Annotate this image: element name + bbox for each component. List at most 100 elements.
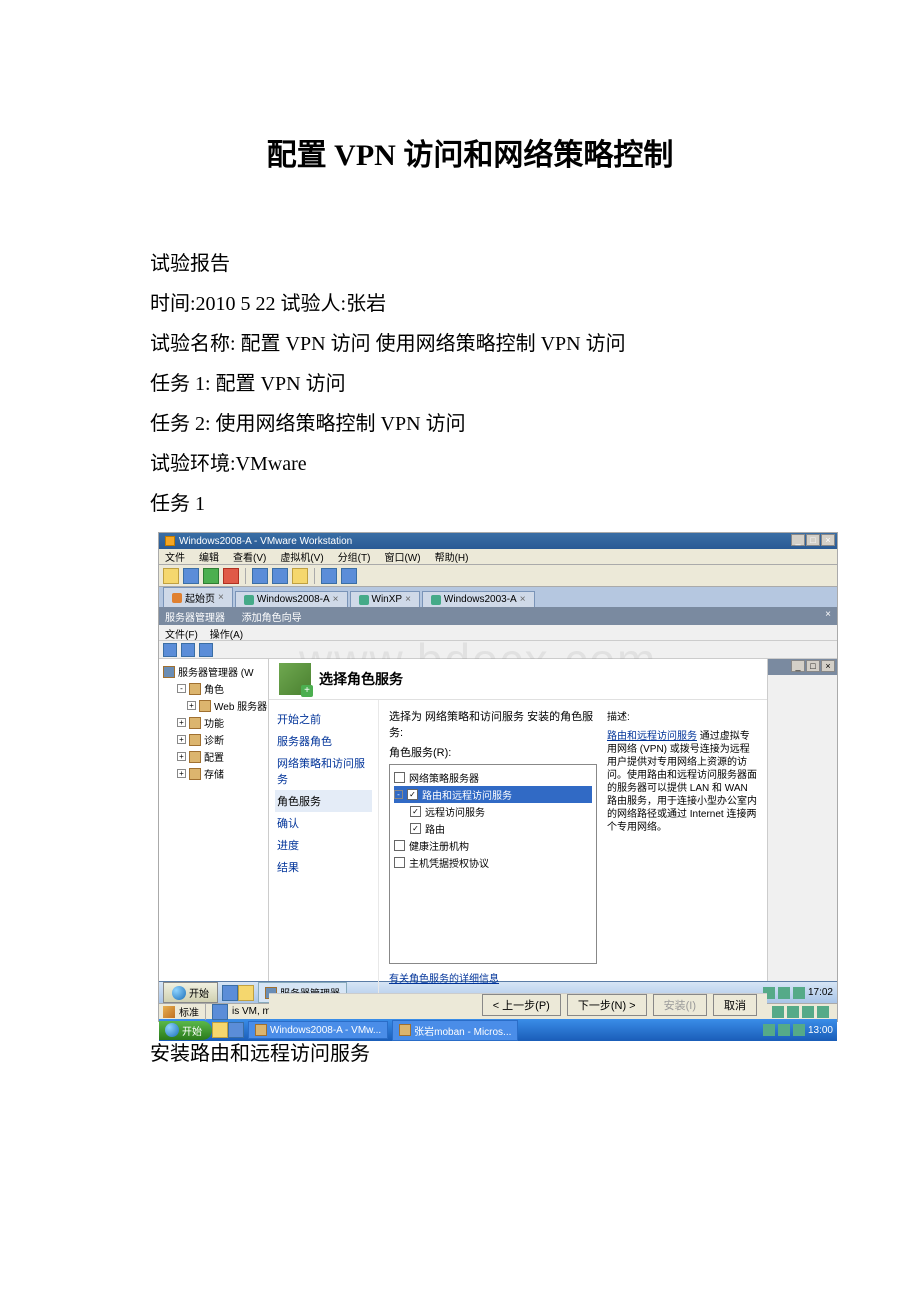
power-on-icon[interactable] xyxy=(203,568,219,584)
wizard-close-button[interactable]: × xyxy=(825,609,831,623)
step-confirm[interactable]: 确认 xyxy=(275,812,372,834)
step-before[interactable]: 开始之前 xyxy=(275,708,372,730)
wizard-header: 选择角色服务 xyxy=(269,659,767,700)
guest-start-label: 开始 xyxy=(189,985,209,1000)
tray-icon[interactable] xyxy=(778,1024,790,1036)
wizard-title-label: 添加角色向导 xyxy=(242,613,302,624)
revert-icon[interactable] xyxy=(272,568,288,584)
tray-icon[interactable] xyxy=(763,1024,775,1036)
collapse-icon[interactable]: - xyxy=(177,684,186,693)
tray-icon[interactable] xyxy=(793,1024,805,1036)
menu-group[interactable]: 分组(T) xyxy=(338,549,371,564)
role-routing[interactable]: ✓路由 xyxy=(394,820,592,837)
role-services-info-link[interactable]: 有关角色服务的详细信息 xyxy=(389,970,597,985)
close-button[interactable]: × xyxy=(821,660,835,672)
role-hcap[interactable]: 主机凭据授权协议 xyxy=(394,854,592,871)
menu-file[interactable]: 文件 xyxy=(165,549,185,564)
tree-config[interactable]: + 配置 xyxy=(163,748,264,765)
device-icon[interactable] xyxy=(787,1006,799,1018)
menu-vm[interactable]: 虚拟机(V) xyxy=(280,549,323,564)
refresh-icon[interactable] xyxy=(199,643,213,657)
description-link[interactable]: 路由和远程访问服务 xyxy=(607,731,697,742)
srv-menu-action[interactable]: 操作(A) xyxy=(210,626,243,639)
tree-web[interactable]: +Web 服务器 xyxy=(163,697,264,714)
tray-icon[interactable] xyxy=(778,987,790,999)
tree-root[interactable]: 服务器管理器 (W xyxy=(163,663,264,680)
tab-close-icon[interactable]: × xyxy=(333,594,339,605)
tree-features[interactable]: +功能 xyxy=(163,714,264,731)
host-task-word[interactable]: 张岩moban - Micros... xyxy=(392,1020,518,1041)
manage-icon[interactable] xyxy=(292,568,308,584)
checkbox-icon[interactable]: ✓ xyxy=(410,823,421,834)
expand-icon[interactable]: + xyxy=(177,752,186,761)
menu-window[interactable]: 窗口(W) xyxy=(384,549,420,564)
role-rras[interactable]: -✓路由和远程访问服务 xyxy=(394,786,592,803)
step-result[interactable]: 结果 xyxy=(275,856,372,878)
toolbar-separator xyxy=(245,568,246,584)
tree-diag[interactable]: +诊断 xyxy=(163,731,264,748)
tree-storage[interactable]: +存储 xyxy=(163,765,264,782)
checkbox-icon[interactable] xyxy=(394,857,405,868)
tab-close-icon[interactable]: × xyxy=(520,594,526,605)
menu-edit[interactable]: 编辑 xyxy=(199,549,219,564)
grab-input-icon[interactable] xyxy=(212,1004,228,1020)
host-start-button[interactable]: 开始 xyxy=(159,1021,212,1040)
maximize-button[interactable]: □ xyxy=(806,660,820,672)
expand-icon[interactable]: + xyxy=(177,718,186,727)
device-icon[interactable] xyxy=(802,1006,814,1018)
step-progress[interactable]: 进度 xyxy=(275,834,372,856)
step-role-services[interactable]: 角色服务 xyxy=(275,790,372,812)
tab-win2003[interactable]: Windows2003-A × xyxy=(422,591,535,607)
step-network-policy[interactable]: 网络策略和访问服务 xyxy=(275,752,372,790)
unity-icon[interactable] xyxy=(341,568,357,584)
start-orb-icon xyxy=(165,1023,179,1037)
back-icon[interactable] xyxy=(163,643,177,657)
checkbox-icon[interactable]: ✓ xyxy=(407,789,418,800)
checkbox-icon[interactable] xyxy=(394,772,405,783)
minimize-button[interactable]: _ xyxy=(791,660,805,672)
forward-icon[interactable] xyxy=(181,643,195,657)
maximize-button[interactable]: □ xyxy=(806,534,820,546)
quick-launch-icon[interactable] xyxy=(222,985,238,1001)
fullscreen-icon[interactable] xyxy=(321,568,337,584)
server-manager-title[interactable]: 服务器管理器 添加角色向导 × xyxy=(159,607,837,625)
checkbox-icon[interactable]: ✓ xyxy=(410,806,421,817)
tab-home[interactable]: 起始页 × xyxy=(163,587,233,607)
device-icon[interactable] xyxy=(817,1006,829,1018)
collapse-icon[interactable]: - xyxy=(394,790,403,799)
quick-launch-icon[interactable] xyxy=(212,1022,228,1038)
snapshot-icon[interactable] xyxy=(252,568,268,584)
role-ras[interactable]: ✓远程访问服务 xyxy=(394,803,592,820)
suspend-icon[interactable] xyxy=(183,568,199,584)
guest-start-button[interactable]: 开始 xyxy=(163,982,218,1003)
tab-winxp[interactable]: WinXP × xyxy=(350,591,420,607)
menu-help[interactable]: 帮助(H) xyxy=(435,549,469,564)
srv-menu-file[interactable]: 文件(F) xyxy=(165,626,198,639)
quick-launch-icon[interactable] xyxy=(228,1022,244,1038)
expand-icon[interactable]: + xyxy=(177,769,186,778)
tree-config-label: 配置 xyxy=(204,749,224,764)
cancel-button[interactable]: 取消 xyxy=(713,994,757,1016)
device-icon[interactable] xyxy=(772,1006,784,1018)
tree-roles[interactable]: -角色 xyxy=(163,680,264,697)
tab-close-icon[interactable]: × xyxy=(405,594,411,605)
expand-icon[interactable]: + xyxy=(187,701,196,710)
checkbox-icon[interactable] xyxy=(394,840,405,851)
tab-close-icon[interactable]: × xyxy=(218,592,224,603)
menu-view[interactable]: 查看(V) xyxy=(233,549,266,564)
role-hra[interactable]: 健康注册机构 xyxy=(394,837,592,854)
quick-launch-icon[interactable] xyxy=(238,985,254,1001)
step-server-role[interactable]: 服务器角色 xyxy=(275,730,372,752)
role-nps[interactable]: 网络策略服务器 xyxy=(394,769,592,786)
vmware-title-bar[interactable]: Windows2008-A - VMware Workstation _ □ × xyxy=(159,533,837,549)
expand-icon[interactable]: + xyxy=(177,735,186,744)
power-off-icon[interactable] xyxy=(163,568,179,584)
close-button[interactable]: × xyxy=(821,534,835,546)
prev-button[interactable]: < 上一步(P) xyxy=(482,994,561,1016)
host-task-vmware[interactable]: Windows2008-A - VMw... xyxy=(248,1021,388,1039)
next-button[interactable]: 下一步(N) > xyxy=(567,994,647,1016)
reset-icon[interactable] xyxy=(223,568,239,584)
tray-icon[interactable] xyxy=(793,987,805,999)
tab-win2008[interactable]: Windows2008-A × xyxy=(235,591,348,607)
minimize-button[interactable]: _ xyxy=(791,534,805,546)
